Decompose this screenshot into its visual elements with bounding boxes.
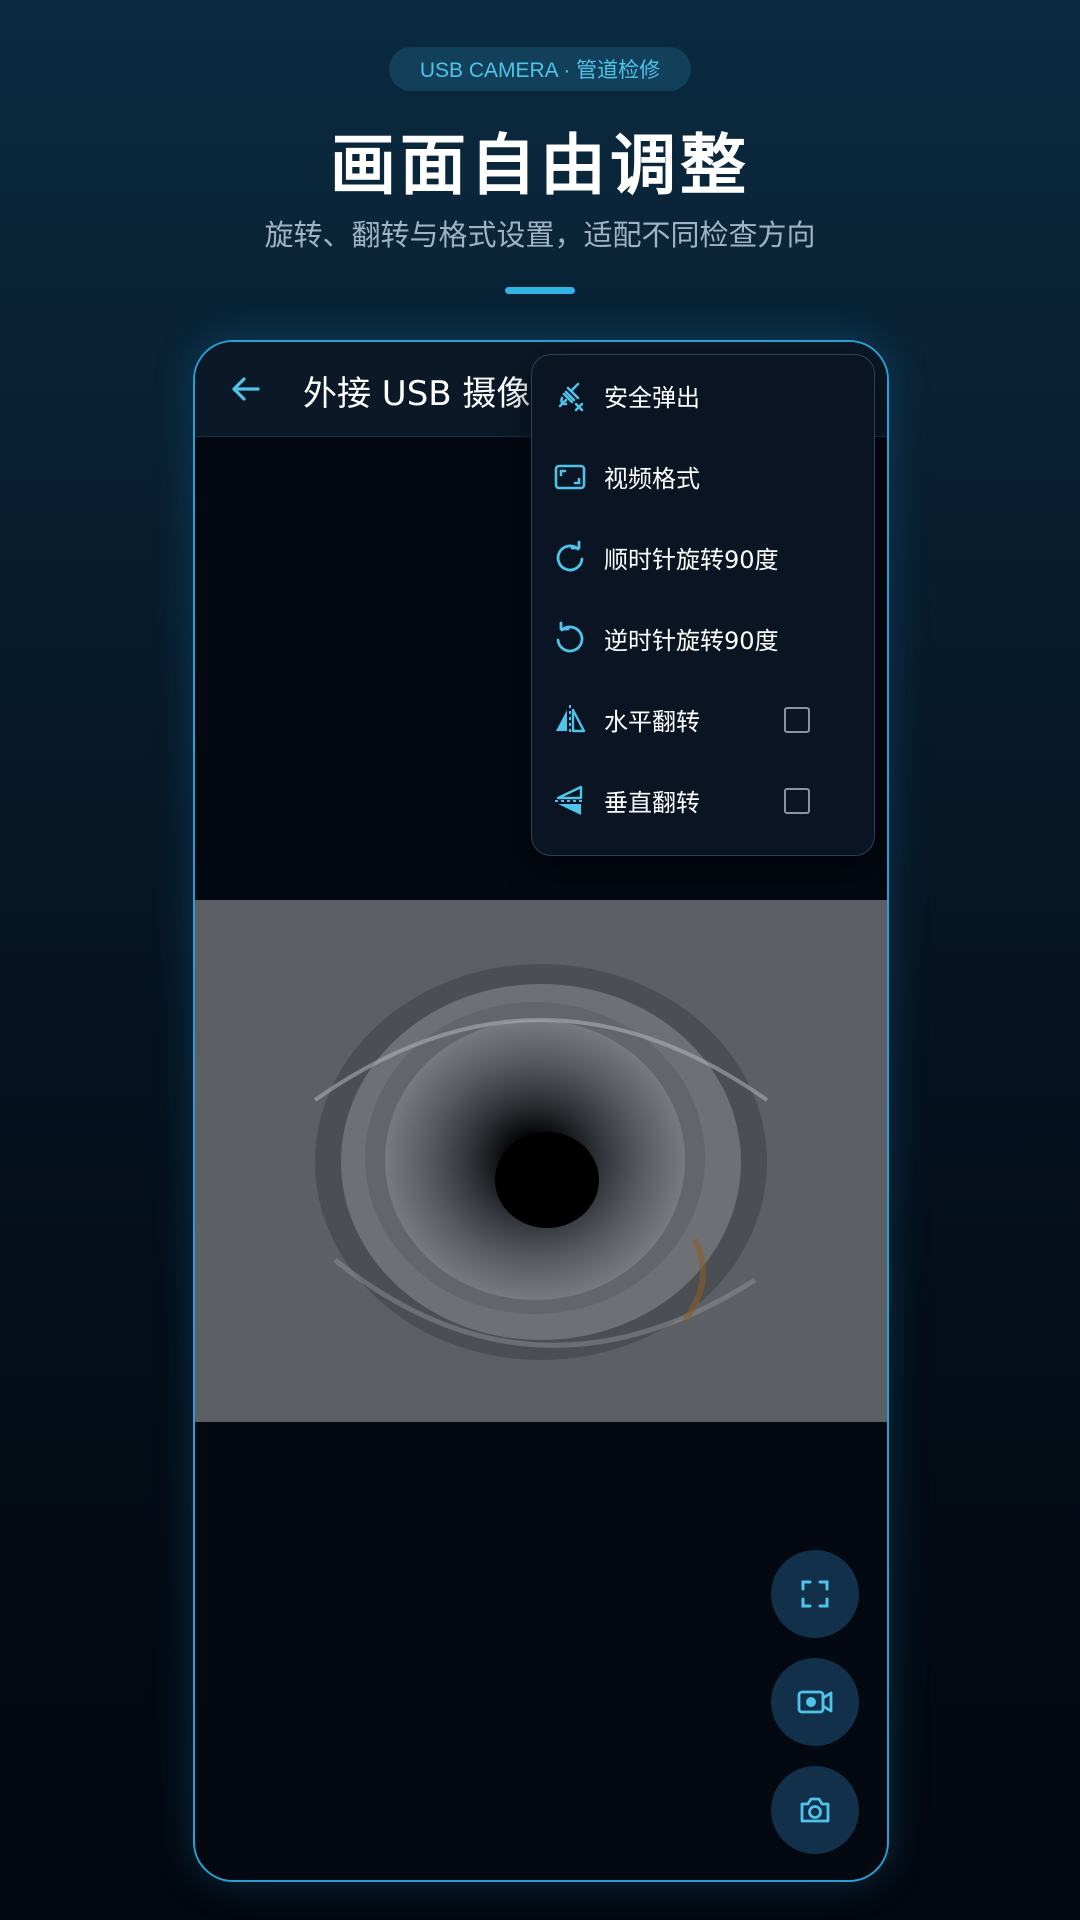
arrow-left-icon — [232, 377, 260, 401]
unplug-icon — [558, 382, 584, 411]
overflow-menu: 安全弹出 视频格式 顺时针旋转90度 逆时针旋转90度 水平翻转 垂直翻转 — [531, 354, 875, 856]
record-video-icon — [797, 1690, 833, 1714]
flip-horizontal-checkbox[interactable] — [784, 706, 810, 733]
take-photo-button[interactable] — [771, 1766, 859, 1854]
menu-item-flip-horizontal[interactable]: 水平翻转 — [532, 679, 874, 760]
camera-preview[interactable] — [195, 900, 887, 1422]
aspect-ratio-icon — [554, 464, 586, 489]
menu-item-label: 水平翻转 — [604, 708, 700, 736]
flip-vertical-icon — [555, 785, 585, 815]
menu-item-label: 顺时针旋转90度 — [604, 546, 779, 574]
phone-frame: 外接 USB 摄像头 安全弹出 视频格式 顺时针旋转90度 逆时针旋转90度 水… — [193, 340, 889, 1882]
menu-item-label: 安全弹出 — [604, 384, 700, 412]
menu-item-rotate-ccw[interactable]: 逆时针旋转90度 — [532, 598, 874, 679]
category-badge: USB CAMERA · 管道检修 — [389, 47, 691, 91]
fullscreen-button[interactable] — [771, 1550, 859, 1638]
menu-item-label: 逆时针旋转90度 — [604, 627, 779, 655]
menu-item-rotate-cw[interactable]: 顺时针旋转90度 — [532, 517, 874, 598]
fullscreen-icon — [801, 1580, 829, 1608]
menu-item-flip-vertical[interactable]: 垂直翻转 — [532, 760, 874, 841]
page-headline: 画面自由调整 — [330, 127, 750, 204]
menu-item-video-format[interactable]: 视频格式 — [532, 436, 874, 517]
rotate-cw-icon — [556, 540, 584, 571]
accent-divider — [505, 287, 575, 294]
back-button[interactable] — [229, 372, 263, 406]
page-subtitle: 旋转、翻转与格式设置，适配不同检查方向 — [264, 218, 816, 252]
menu-item-label: 垂直翻转 — [604, 789, 700, 817]
menu-item-label: 视频格式 — [604, 465, 700, 493]
flip-vertical-checkbox[interactable] — [784, 787, 810, 814]
record-video-button[interactable] — [771, 1658, 859, 1746]
camera-icon — [800, 1797, 830, 1823]
app-title: 外接 USB 摄像头 — [303, 374, 565, 414]
rotate-ccw-icon — [556, 621, 584, 652]
menu-item-safe-eject[interactable]: 安全弹出 — [532, 355, 874, 436]
flip-horizontal-icon — [556, 704, 586, 735]
